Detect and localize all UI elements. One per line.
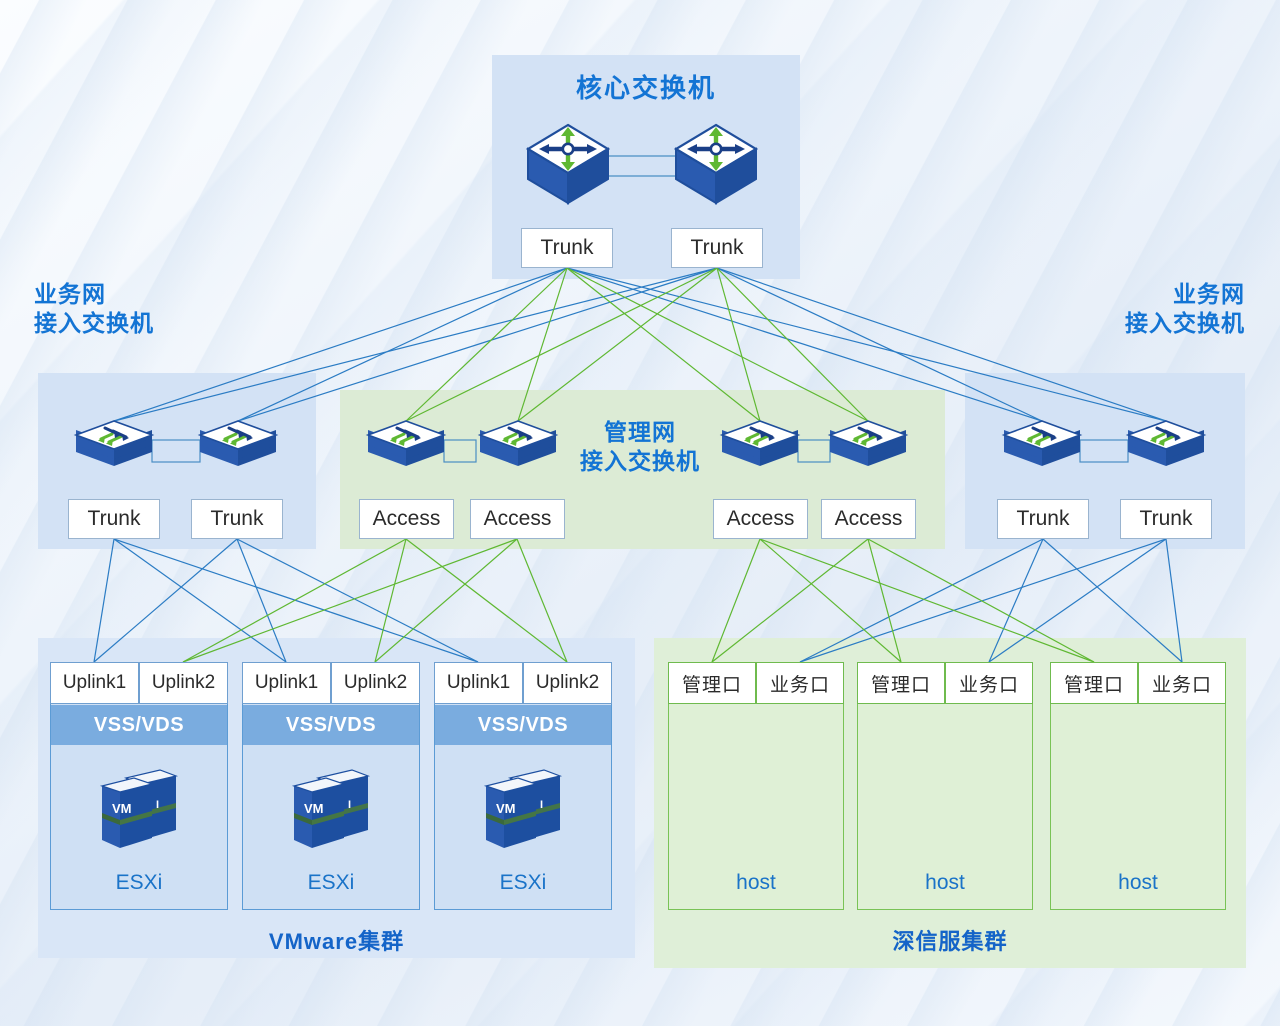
business-left-title: 业务网 接入交换机 (34, 281, 154, 337)
vss-vds-bar: VSS/VDS (243, 705, 419, 745)
management-port-tag[interactable]: 管理口 (857, 662, 945, 704)
stack-switch-icon (196, 418, 280, 480)
management-access-tag[interactable]: Access (359, 499, 454, 539)
vss-vds-bar: VSS/VDS (435, 705, 611, 745)
core-switch-title: 核心交换机 (575, 73, 716, 103)
stack-switch-icon (1124, 418, 1208, 480)
stack-switch-icon (72, 418, 156, 480)
vm-stack-icon: I VM (288, 768, 374, 854)
uplink1-tag[interactable]: Uplink1 (434, 662, 523, 704)
business-right-trunk-tag[interactable]: Trunk (997, 499, 1089, 539)
esxi-host-label: ESXi (499, 871, 547, 894)
business-right-title: 业务网 接入交换机 (1125, 281, 1245, 337)
svg-text:I: I (156, 799, 159, 811)
svg-text:VM: VM (304, 801, 324, 816)
vm-stack-icon: I VM (96, 768, 182, 854)
management-network-title: 管理网 接入交换机 (580, 419, 700, 475)
stack-switch-icon (476, 418, 560, 480)
vss-vds-bar: VSS/VDS (51, 705, 227, 745)
stack-switch-icon (364, 418, 448, 480)
sangfor-host-label: host (925, 871, 965, 894)
network-topology-diagram: 核心交换机 业务网 接入交换机 管理网 接入交换机 业务网 接入交换机 Trun… (0, 0, 1280, 1026)
vm-stack-icon: I VM (480, 768, 566, 854)
svg-text:VM: VM (112, 801, 132, 816)
uplink1-tag[interactable]: Uplink1 (242, 662, 331, 704)
business-port-tag[interactable]: 业务口 (756, 662, 844, 704)
sangfor-cluster-title: 深信服集群 (892, 929, 1008, 954)
management-port-tag[interactable]: 管理口 (1050, 662, 1138, 704)
core-trunk-tag[interactable]: Trunk (671, 228, 763, 268)
uplink2-tag[interactable]: Uplink2 (331, 662, 420, 704)
stack-switch-icon (718, 418, 802, 480)
business-port-tag[interactable]: 业务口 (1138, 662, 1226, 704)
management-access-tag[interactable]: Access (713, 499, 808, 539)
svg-text:VM: VM (496, 801, 516, 816)
core-switch-icon (524, 119, 612, 207)
sangfor-host-label: host (1118, 871, 1158, 894)
business-right-trunk-tag[interactable]: Trunk (1120, 499, 1212, 539)
svg-text:I: I (540, 799, 543, 811)
svg-text:I: I (348, 799, 351, 811)
stack-switch-icon (826, 418, 910, 480)
management-access-tag[interactable]: Access (821, 499, 916, 539)
stack-switch-icon (1000, 418, 1084, 480)
business-left-trunk-tag[interactable]: Trunk (68, 499, 160, 539)
sangfor-host-label: host (736, 871, 776, 894)
core-switch-icon (672, 119, 760, 207)
vmware-cluster-title: VMware集群 (268, 929, 405, 954)
esxi-host-label: ESXi (307, 871, 355, 894)
business-port-tag[interactable]: 业务口 (945, 662, 1033, 704)
management-port-tag[interactable]: 管理口 (668, 662, 756, 704)
management-access-tag[interactable]: Access (470, 499, 565, 539)
uplink2-tag[interactable]: Uplink2 (139, 662, 228, 704)
business-left-trunk-tag[interactable]: Trunk (191, 499, 283, 539)
core-trunk-tag[interactable]: Trunk (521, 228, 613, 268)
uplink1-tag[interactable]: Uplink1 (50, 662, 139, 704)
uplink2-tag[interactable]: Uplink2 (523, 662, 612, 704)
esxi-host-label: ESXi (115, 871, 163, 894)
